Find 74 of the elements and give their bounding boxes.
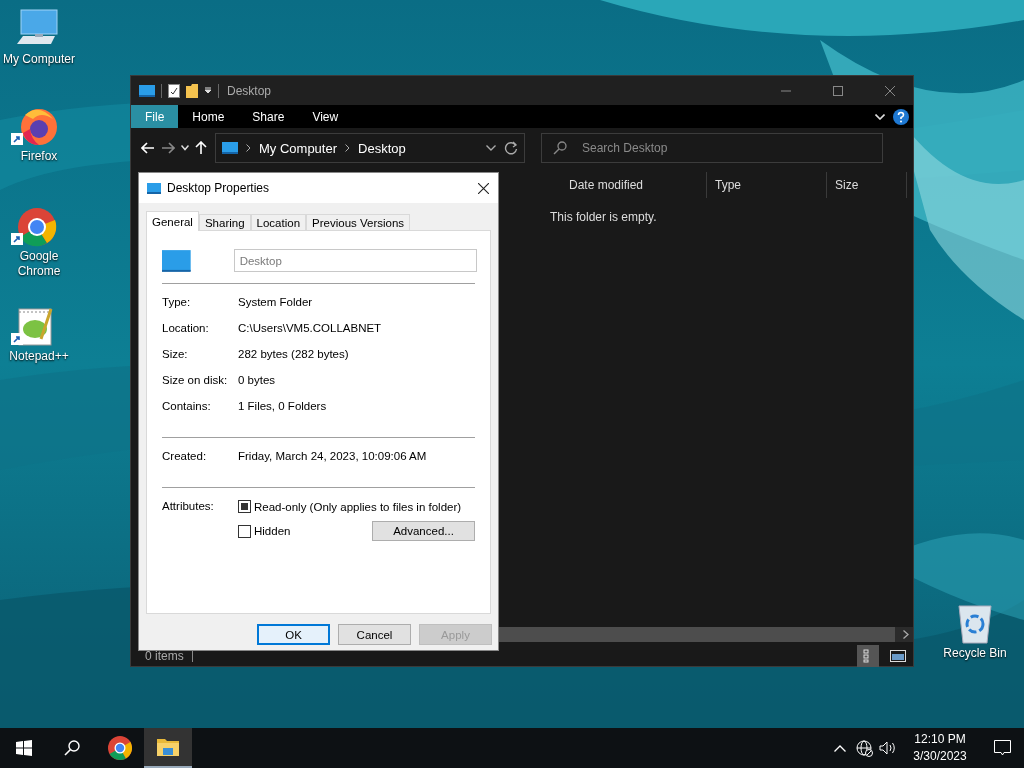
field-value: C:\Users\VM5.COLLABNET [238,321,382,336]
icon-label: Google Chrome [16,249,62,279]
window-title: Desktop [227,83,273,98]
chevron-right-icon [246,144,251,152]
address-bar[interactable]: My Computer Desktop [215,133,525,163]
search-field[interactable]: Search Desktop [541,133,883,163]
checkbox[interactable] [238,500,251,513]
up-arrow-icon[interactable] [195,141,207,155]
picture-view-icon [890,650,906,662]
taskbar-app-button[interactable] [144,728,192,768]
close-icon [885,85,895,96]
column-header[interactable]: Date modified [561,172,707,198]
breadcrumb-item[interactable]: My Computer [259,140,338,156]
dropdown-icon[interactable] [204,86,212,95]
checkbox-label: Hidden [254,525,291,537]
forward-arrow-icon[interactable] [161,142,175,154]
speech-bubble-icon [993,740,1011,756]
search-icon [64,740,80,756]
field-label: Size: [162,347,189,362]
ribbon-tab[interactable]: File [131,105,179,128]
icon-label: My Computer [3,52,75,67]
chevron-down-icon[interactable] [486,145,496,151]
empty-folder-message: This folder is empty. [550,210,658,224]
monitor-icon [162,249,191,272]
column-header[interactable]: Type [707,172,827,198]
close-icon [477,182,489,194]
ribbon-tab[interactable]: Home [178,105,239,128]
breadcrumb-item[interactable]: Desktop [358,140,406,156]
speaker-icon [879,741,897,755]
checkbox[interactable] [238,524,251,538]
field-label: Location: [162,321,210,336]
globe-icon [855,739,873,757]
ribbon-tab[interactable]: View [298,105,353,128]
icon-label: Notepad++ [9,349,69,364]
field-label: Type: [162,295,192,310]
field-value: System Folder [238,295,313,310]
field-value: 0 bytes [238,373,276,388]
windows-logo-icon [16,740,32,756]
checkbox-label: Read-only (Only applies to files in folder) [254,500,462,513]
dialog-title: Desktop Properties [167,181,271,195]
dialog-button[interactable]: Cancel [338,624,411,645]
field-label: Attributes: [162,500,215,514]
field-label: Created: [162,449,208,464]
dialog-button[interactable]: OK [257,624,330,645]
column-header[interactable]: Size [827,172,907,198]
icon-label: Recycle Bin [943,646,1007,661]
dialog-tab[interactable]: General [146,211,199,231]
field-label: Contains: [162,399,212,414]
field-label: Size on disk: [162,373,229,388]
monitor-icon [222,142,238,154]
monitor-icon [147,182,161,194]
details-view-button[interactable] [857,645,879,667]
folder-icon[interactable] [186,83,198,98]
chevron-right-icon[interactable] [903,630,909,639]
item-count: 0 items [145,649,184,663]
field-value: 1 Files, 0 Folders [238,399,327,414]
clock-date[interactable]: 3/30/2023 [913,748,967,765]
clock-time[interactable]: 12:10 PM [914,731,966,748]
refresh-icon[interactable] [504,141,518,155]
horizontal-scrollbar[interactable] [499,627,913,642]
help-icon[interactable] [893,108,909,125]
back-arrow-icon[interactable] [141,142,155,154]
chevron-right-icon [345,144,351,152]
properties-icon[interactable] [168,83,180,98]
field-value: Friday, March 24, 2023, 10:09:06 AM [238,449,427,464]
maximize-icon [833,85,843,96]
field-value: 282 bytes (282 bytes) [238,347,349,362]
monitor-icon [139,84,155,97]
search-icon [553,141,567,155]
icon-label: Firefox [20,149,58,164]
advanced-button[interactable]: Advanced... [372,521,475,541]
ring-icon [108,736,132,760]
ribbon-tab[interactable]: Share [238,105,299,128]
chevron-up-icon [834,744,846,752]
